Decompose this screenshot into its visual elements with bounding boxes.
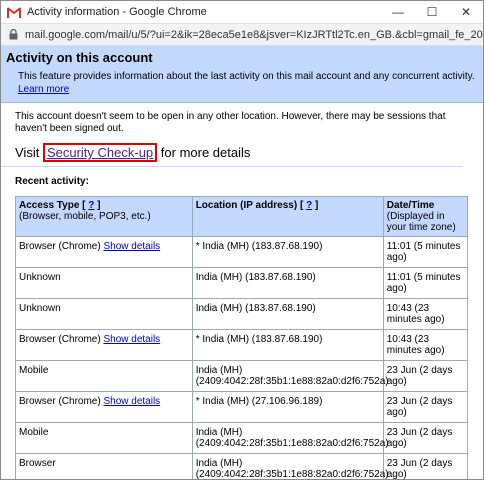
access-type-text: Unknown bbox=[19, 303, 61, 314]
table-row: Browser India (MH) (2409:4042:28f:35b1:1e… bbox=[15, 453, 469, 479]
access-type-cell: Browser (Chrome) Show details bbox=[15, 329, 193, 361]
header-description: This feature provides information about … bbox=[18, 70, 477, 96]
table-row: Browser (Chrome) Show details * India (MH… bbox=[15, 236, 469, 268]
access-type-text: Browser (Chrome) bbox=[19, 396, 101, 407]
access-type-header: Access Type [ ? ] (Browser, mobile, POP3… bbox=[15, 196, 193, 237]
table-row: Unknown India (MH) (183.87.68.190) 10:43 (… bbox=[15, 298, 469, 330]
page-title: Activity on this account bbox=[6, 50, 153, 65]
access-type-text: Browser (Chrome) bbox=[19, 334, 101, 345]
location-label: Location (IP address) bbox=[195, 200, 298, 211]
security-checkup-link[interactable]: Security Check-up bbox=[42, 143, 158, 162]
access-type-cell: Unknown bbox=[15, 298, 193, 330]
minimize-icon[interactable]: — bbox=[381, 1, 415, 23]
address-bar[interactable]: mail.google.com/mail/u/5/?ui=2&ik=28eca5… bbox=[1, 23, 483, 46]
date-time-cell: 23 Jun (2 days ago) bbox=[382, 391, 469, 423]
date-time-sublabel: (Displayed in your time zone) bbox=[386, 211, 456, 233]
location-cell: * India (MH) (183.87.68.190) bbox=[191, 329, 384, 361]
location-cell: India (MH) (2409:4042:28f:35b1:1e88:82a0… bbox=[191, 360, 389, 392]
title-bar: Activity information - Google Chrome — ☐… bbox=[1, 1, 483, 23]
activity-table: Access Type [ ? ] (Browser, mobile, POP3… bbox=[15, 196, 469, 479]
location-cell: * India (MH) (183.87.68.190) bbox=[191, 236, 384, 268]
date-time-cell: 23 Jun (2 days ago) bbox=[382, 422, 469, 454]
maximize-icon[interactable]: ☐ bbox=[415, 1, 449, 23]
browser-window: Activity information - Google Chrome — ☐… bbox=[0, 0, 484, 480]
window-title: Activity information - Google Chrome bbox=[27, 6, 207, 18]
recent-activity-label: Recent activity: bbox=[15, 176, 89, 187]
access-type-text: Unknown bbox=[19, 272, 61, 283]
date-time-cell: 11:01 (5 minutes ago) bbox=[382, 236, 469, 268]
url-text[interactable]: mail.google.com/mail/u/5/?ui=2&ik=28eca5… bbox=[25, 29, 483, 41]
visit-prefix: Visit bbox=[15, 145, 40, 160]
visit-line: Visit Security Check-up for more details bbox=[1, 135, 483, 162]
date-time-cell: 11:01 (5 minutes ago) bbox=[382, 267, 469, 299]
access-type-cell: Browser bbox=[15, 453, 193, 479]
table-row: Mobile India (MH) (2409:4042:28f:35b1:1e8… bbox=[15, 360, 469, 392]
table-row: Mobile India (MH) (2409:4042:28f:35b1:1e8… bbox=[15, 422, 469, 454]
access-type-cell: Browser (Chrome) Show details bbox=[15, 391, 193, 423]
access-type-help-link[interactable]: ? bbox=[88, 200, 94, 211]
date-time-cell: 23 Jun (2 days ago) bbox=[382, 360, 469, 392]
location-cell: India (MH) (183.87.68.190) bbox=[191, 267, 384, 299]
session-notice: This account doesn't seem to be open in … bbox=[15, 111, 446, 134]
access-type-cell: Browser (Chrome) Show details bbox=[15, 236, 193, 268]
show-details-link[interactable]: Show details bbox=[103, 334, 160, 345]
show-details-link[interactable]: Show details bbox=[103, 241, 160, 252]
table-row: Browser (Chrome) Show details * India (MH… bbox=[15, 391, 469, 423]
date-time-cell: 23 Jun (2 days ago) bbox=[382, 453, 469, 479]
table-row: Browser (Chrome) Show details * India (MH… bbox=[15, 329, 469, 361]
show-details-link[interactable]: Show details bbox=[103, 396, 160, 407]
lock-icon[interactable] bbox=[9, 28, 18, 40]
location-cell: * India (MH) (27.106.96.189) bbox=[191, 391, 384, 423]
visit-suffix: for more details bbox=[160, 145, 251, 160]
location-header: Location (IP address) [ ? ] bbox=[191, 196, 384, 237]
location-cell: India (MH) (2409:4042:28f:35b1:1e88:82a0… bbox=[191, 453, 389, 479]
access-type-cell: Mobile bbox=[15, 360, 193, 392]
access-type-text: Browser (Chrome) bbox=[19, 241, 101, 252]
access-type-cell: Mobile bbox=[15, 422, 193, 454]
page-content: Activity on this account This feature pr… bbox=[1, 46, 483, 479]
description-text: This feature provides information about … bbox=[18, 71, 475, 82]
location-cell: India (MH) (2409:4042:28f:35b1:1e88:82a0… bbox=[191, 422, 389, 454]
close-icon[interactable]: ✕ bbox=[449, 1, 483, 23]
access-type-text: Mobile bbox=[19, 427, 49, 438]
table-row: Unknown India (MH) (183.87.68.190) 11:01 (… bbox=[15, 267, 469, 299]
access-type-text: Mobile bbox=[19, 365, 49, 376]
access-type-cell: Unknown bbox=[15, 267, 193, 299]
activity-header: Activity on this account This feature pr… bbox=[1, 46, 483, 103]
table-header-row: Access Type [ ? ] (Browser, mobile, POP3… bbox=[15, 196, 469, 237]
access-type-sublabel: (Browser, mobile, POP3, etc.) bbox=[19, 211, 151, 222]
location-cell: India (MH) (183.87.68.190) bbox=[191, 298, 384, 330]
date-time-header: Date/Time (Displayed in your time zone) bbox=[382, 196, 469, 237]
date-time-cell: 10:43 (23 minutes ago) bbox=[382, 329, 469, 361]
gmail-icon bbox=[7, 6, 21, 18]
location-help-link[interactable]: ? bbox=[306, 200, 312, 211]
date-time-label: Date/Time bbox=[386, 200, 435, 211]
access-type-label: Access Type bbox=[19, 200, 80, 211]
learn-more-link[interactable]: Learn more bbox=[18, 84, 69, 95]
access-type-text: Browser bbox=[19, 458, 56, 469]
date-time-cell: 10:43 (23 minutes ago) bbox=[382, 298, 469, 330]
